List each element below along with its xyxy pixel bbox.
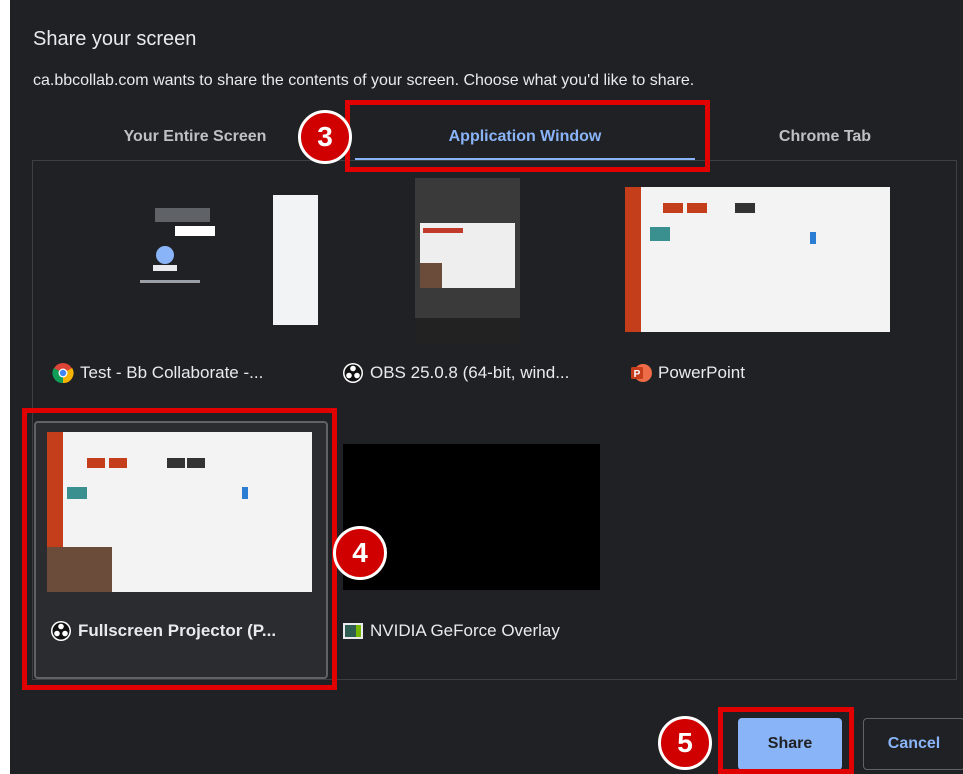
dialog-description: ca.bbcollab.com wants to share the conte… [33,72,695,89]
window-label: PowerPoint [658,363,745,382]
window-item-nvidia-overlay[interactable]: NVIDIA GeForce Overlay [342,620,560,642]
step-badge-4: 4 [333,526,387,580]
window-item-obs[interactable]: OBS 25.0.8 (64-bit, wind... [342,362,569,384]
window-label: Test - Bb Collaborate -... [80,363,264,382]
cancel-button[interactable]: Cancel [863,718,963,770]
window-item-chrome[interactable]: Test - Bb Collaborate -... [52,362,263,384]
chrome-icon [52,363,74,384]
tab-chrome-tab[interactable]: Chrome Tab [750,128,900,146]
tab-entire-screen[interactable]: Your Entire Screen [100,128,290,146]
window-thumbnail-chrome[interactable] [45,190,320,330]
window-thumbnail-obs[interactable] [415,178,520,343]
callout-highlight-tab [345,100,710,172]
callout-highlight-window [22,408,337,690]
share-screen-dialog: Share your screen ca.bbcollab.com wants … [10,0,963,774]
window-thumbnail-powerpoint[interactable] [625,187,890,332]
dialog-title: Share your screen [33,28,197,50]
nvidia-overlay-icon [343,623,363,639]
powerpoint-icon: P [631,364,652,382]
obs-window-preview [415,178,520,343]
powerpoint-window-preview [625,187,890,332]
callout-highlight-share [718,707,854,774]
step-badge-3: 3 [298,110,352,164]
window-item-powerpoint[interactable]: P PowerPoint [630,362,745,384]
window-label: OBS 25.0.8 (64-bit, wind... [370,363,570,382]
step-badge-5: 5 [658,716,712,770]
svg-text:P: P [634,369,641,380]
chrome-window-preview [45,190,320,330]
window-label: NVIDIA GeForce Overlay [370,621,560,640]
obs-icon [343,363,363,383]
